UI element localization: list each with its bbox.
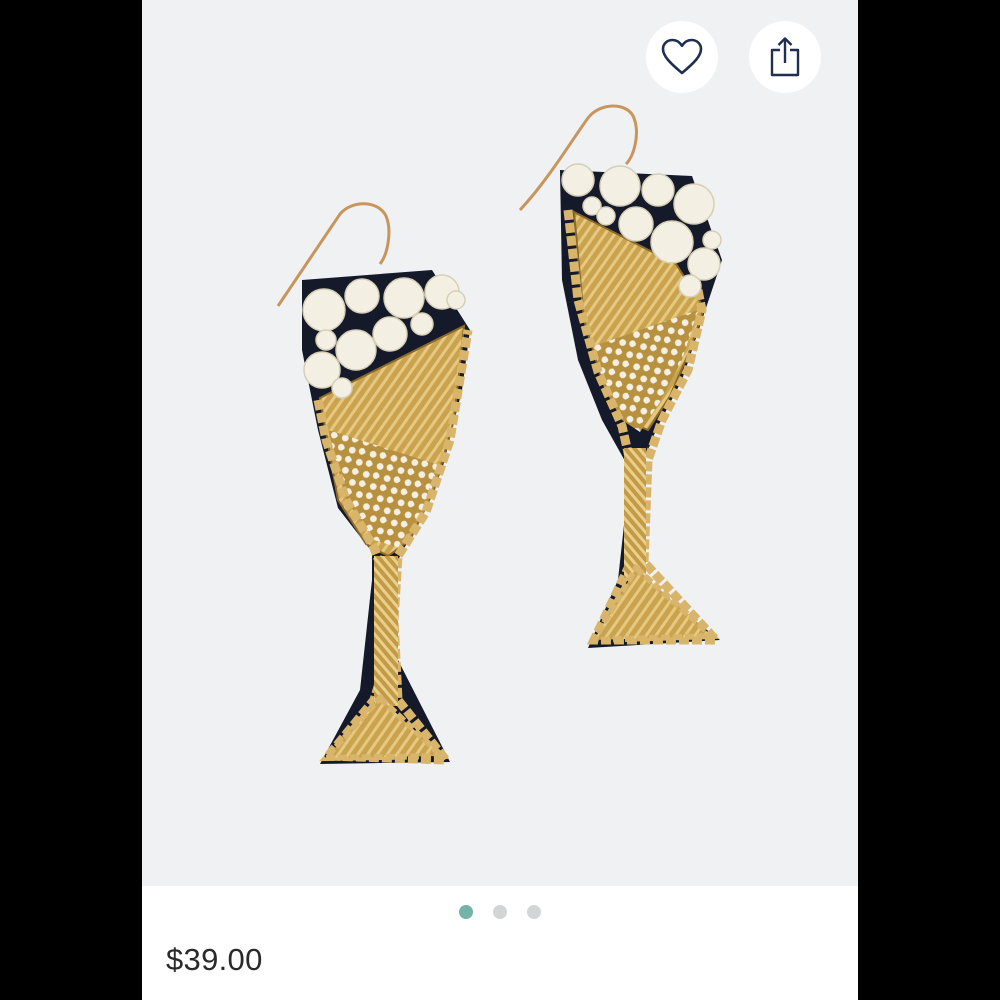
product-page: $39.00 <box>142 0 858 1000</box>
carousel-dot-1[interactable] <box>459 905 473 919</box>
left-black-bar <box>0 0 142 1000</box>
heart-outline-icon <box>661 38 703 75</box>
carousel-pagination <box>142 903 858 921</box>
carousel-dot-2[interactable] <box>493 905 507 919</box>
carousel-dot-3[interactable] <box>527 905 541 919</box>
earrings-image <box>276 104 727 765</box>
share-button[interactable] <box>749 21 821 93</box>
left-earring <box>276 202 473 765</box>
right-black-bar <box>858 0 1000 1000</box>
right-earring <box>518 104 727 648</box>
product-image[interactable] <box>142 0 858 886</box>
share-icon <box>770 37 800 77</box>
product-price: $39.00 <box>166 942 263 977</box>
favorite-button[interactable] <box>646 21 718 93</box>
